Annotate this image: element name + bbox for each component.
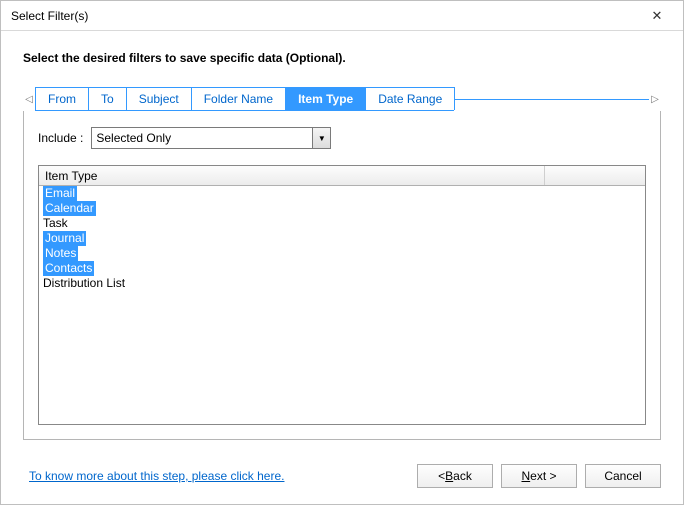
next-button[interactable]: Next >: [501, 464, 577, 488]
tab-from[interactable]: From: [35, 87, 89, 110]
tab-folder-name[interactable]: Folder Name: [191, 87, 286, 110]
list-item-label: Email: [43, 186, 77, 201]
include-row: Include : Selected Only ▼: [38, 127, 646, 149]
tab-subject[interactable]: Subject: [126, 87, 192, 110]
include-label: Include :: [38, 131, 83, 145]
list-item-label: Distribution List: [43, 276, 125, 291]
list-item[interactable]: Contacts: [39, 261, 645, 276]
footer: To know more about this step, please cli…: [1, 450, 683, 504]
list-item-label: Task: [43, 216, 68, 231]
tab-scroll-left-icon[interactable]: ◁: [23, 94, 35, 105]
tab-to[interactable]: To: [88, 87, 127, 110]
content-area: Select the desired filters to save speci…: [1, 31, 683, 450]
list-item[interactable]: Email: [39, 186, 645, 201]
dialog-window: Select Filter(s) ✕ Select the desired fi…: [0, 0, 684, 505]
list-item-label: Contacts: [43, 261, 94, 276]
list-item-label: Notes: [43, 246, 78, 261]
help-link[interactable]: To know more about this step, please cli…: [29, 469, 284, 483]
include-select-wrap: Selected Only ▼: [91, 127, 331, 149]
tab-spacer: [454, 99, 649, 100]
list-item[interactable]: Distribution List: [39, 276, 645, 291]
button-row: < Back Next > Cancel: [417, 464, 661, 488]
list-header-col[interactable]: Item Type: [39, 166, 545, 185]
list-item-label: Journal: [43, 231, 86, 246]
list-item[interactable]: Calendar: [39, 201, 645, 216]
cancel-button[interactable]: Cancel: [585, 464, 661, 488]
tab-date-range[interactable]: Date Range: [365, 87, 455, 110]
instruction-text: Select the desired filters to save speci…: [23, 51, 661, 65]
back-button[interactable]: < Back: [417, 464, 493, 488]
window-title: Select Filter(s): [11, 9, 88, 23]
list-header-spacer: [545, 166, 645, 185]
tab-scroll-right-icon[interactable]: ▷: [649, 94, 661, 105]
list-item[interactable]: Notes: [39, 246, 645, 261]
tab-item-type[interactable]: Item Type: [285, 87, 366, 110]
list-item[interactable]: Journal: [39, 231, 645, 246]
tab-row: FromToSubjectFolder NameItem TypeDate Ra…: [35, 87, 454, 111]
item-type-listbox: Item Type EmailCalendarTaskJournalNotesC…: [38, 165, 646, 425]
filter-panel: Include : Selected Only ▼ Item Type Emai…: [23, 111, 661, 440]
list-item[interactable]: Task: [39, 216, 645, 231]
list-item-label: Calendar: [43, 201, 96, 216]
tab-scroll-wrap: ◁ FromToSubjectFolder NameItem TypeDate …: [23, 87, 661, 111]
list-header: Item Type: [39, 166, 645, 186]
list-body[interactable]: EmailCalendarTaskJournalNotesContactsDis…: [39, 186, 645, 424]
close-icon[interactable]: ✕: [637, 2, 677, 30]
include-select[interactable]: Selected Only: [91, 127, 331, 149]
titlebar: Select Filter(s) ✕: [1, 1, 683, 31]
